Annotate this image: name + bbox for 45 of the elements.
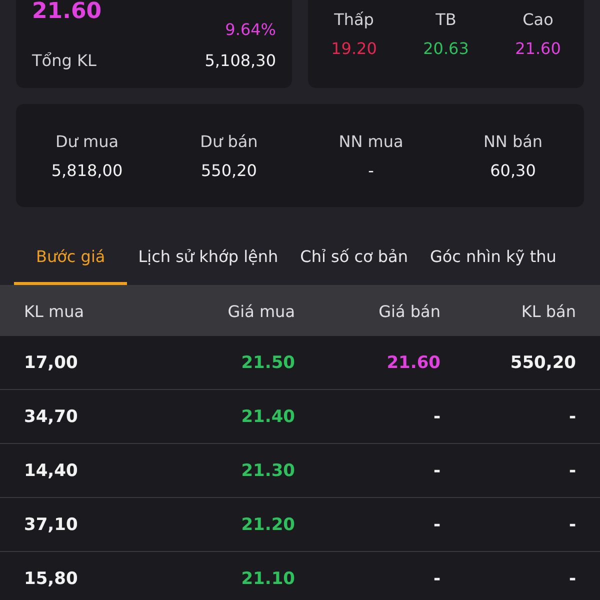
table-cell-text: 14,40: [24, 460, 79, 480]
table-cell-text: 21.60: [386, 352, 440, 372]
total-volume-label: Tổng KL: [32, 51, 96, 70]
stat-value: 20.63: [423, 39, 469, 58]
total-volume-value: 5,108,30: [204, 51, 276, 70]
table-cell-text: 21.30: [240, 460, 296, 480]
tab[interactable]: Lịch sử khớp lệnh: [127, 237, 290, 285]
table-cell-text: 21.10: [240, 568, 296, 588]
stat-value: 550,20: [201, 160, 257, 180]
stat-label: Cao: [522, 10, 554, 29]
table-cell-text: 15,80: [24, 568, 79, 588]
stat-label: Dư bán: [200, 132, 258, 150]
table-cell-text: -: [432, 460, 440, 480]
stat-label: TB: [436, 10, 456, 29]
current-price: 21.60: [32, 0, 103, 24]
stat-value: 5,818,00: [51, 160, 123, 180]
table-cell-text: -: [568, 406, 576, 426]
table-cell-text: -: [432, 568, 440, 588]
stat-value: -: [368, 160, 374, 180]
stat-value: 60,30: [490, 160, 536, 180]
column-header: KL mua: [24, 302, 86, 321]
stat-label: NN bán: [483, 132, 543, 150]
table-cell-text: 21.50: [240, 352, 296, 372]
stat-label: Dư mua: [55, 132, 119, 150]
table-cell-text: -: [568, 460, 576, 480]
stat-label: NN mua: [338, 132, 404, 150]
stat-label: Thấp: [334, 10, 374, 29]
table-cell-text: 21.20: [240, 514, 296, 534]
tab[interactable]: Góc nhìn kỹ thu: [418, 237, 568, 285]
change-percent: 9.64%: [225, 20, 276, 39]
table-cell-text: 37,10: [24, 514, 79, 534]
table-cell-text: 34,70: [24, 406, 79, 426]
table-cell-text: 550,20: [509, 352, 576, 372]
stat-value: 21.60: [515, 39, 561, 58]
column-header: Giá bán: [378, 302, 440, 321]
table-cell-text: 21.40: [240, 406, 296, 426]
table-cell-text: -: [432, 514, 440, 534]
table-cell-text: -: [432, 406, 440, 426]
stat-value: 19.20: [331, 39, 377, 58]
table-cell-text: -: [568, 514, 576, 534]
column-header: Giá mua: [226, 302, 296, 321]
column-header: KL bán: [520, 302, 576, 321]
tab[interactable]: Chỉ số cơ bản: [289, 237, 419, 285]
table-cell-text: -: [568, 568, 576, 588]
table-cell-text: 17,00: [24, 352, 79, 372]
